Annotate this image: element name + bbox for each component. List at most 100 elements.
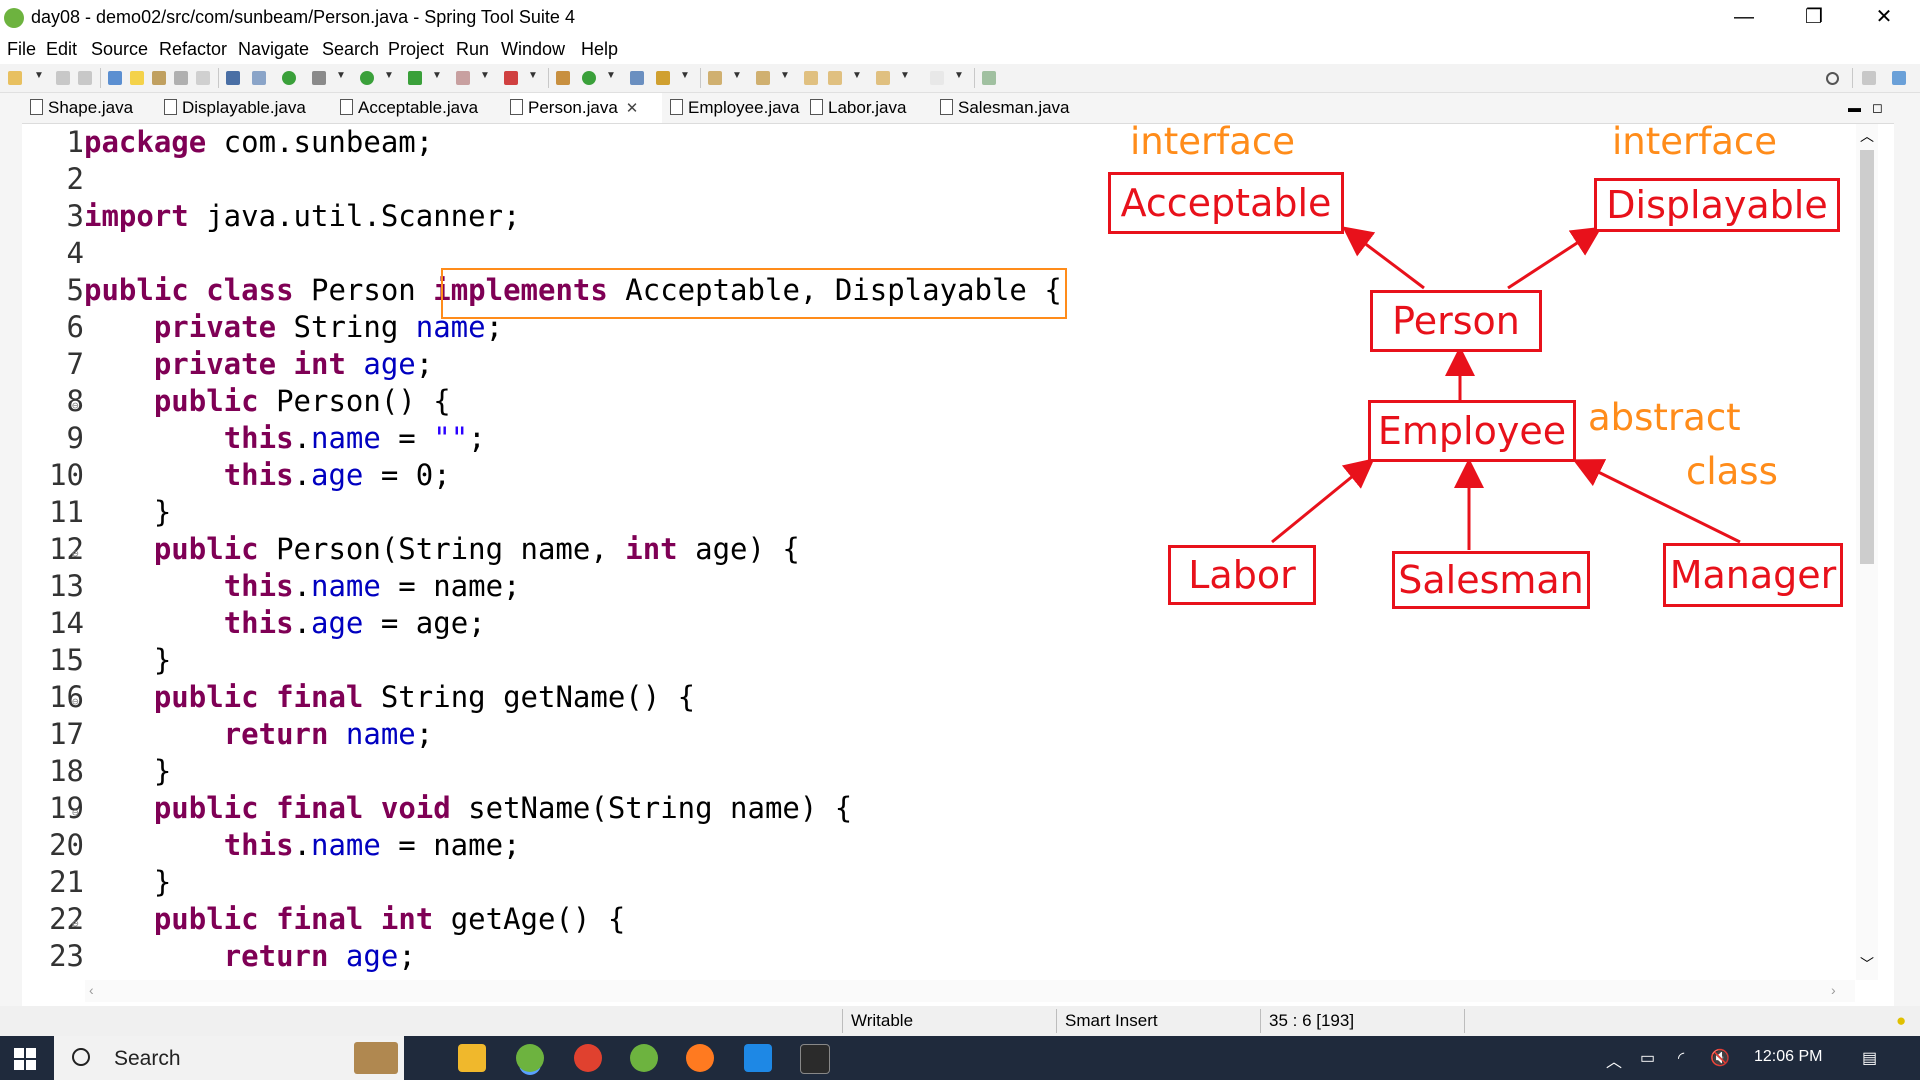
chevron-down-icon[interactable]: ▼: [432, 70, 442, 81]
interface-annotation: interface: [1612, 120, 1778, 163]
battery-icon[interactable]: ▭: [1640, 1048, 1655, 1068]
terminal-icon[interactable]: [226, 71, 240, 85]
taskbar-search-box[interactable]: Search: [54, 1036, 404, 1080]
menu-window[interactable]: Window: [501, 39, 565, 60]
chevron-down-icon[interactable]: ▼: [34, 70, 44, 81]
chevron-down-icon[interactable]: ▼: [606, 70, 616, 81]
spring-dashboard-icon[interactable]: [504, 71, 518, 85]
chevron-right-icon[interactable]: ›: [1831, 982, 1836, 998]
notification-icon[interactable]: ▤: [1862, 1048, 1877, 1068]
new-java-class-icon[interactable]: [582, 71, 596, 85]
toolbar-separator: [974, 68, 975, 88]
chevron-down-icon[interactable]: ▼: [480, 70, 490, 81]
close-button[interactable]: ✕: [1850, 0, 1918, 36]
menu-search[interactable]: Search: [322, 39, 379, 60]
chevron-down-icon[interactable]: ▼: [954, 70, 964, 81]
block-selection-icon[interactable]: [174, 71, 188, 85]
java-perspective-icon[interactable]: [1892, 71, 1906, 85]
menu-navigate[interactable]: Navigate: [238, 39, 309, 60]
java-code-editor[interactable]: 1 package com.sunbeam; 2 3 import java.uti…: [22, 124, 1894, 980]
tab-employee-java[interactable]: Employee.java: [670, 93, 816, 123]
tab-shape-java[interactable]: Shape.java: [30, 93, 160, 123]
tip-bulb-icon[interactable]: ●: [1896, 1011, 1906, 1031]
whitespace-icon[interactable]: [196, 71, 210, 85]
forward-disabled-icon[interactable]: [930, 71, 944, 85]
chevron-down-icon[interactable]: ▼: [384, 70, 394, 81]
menu-help[interactable]: Help: [581, 39, 618, 60]
save-icon[interactable]: [56, 71, 70, 85]
menu-source[interactable]: Source: [91, 39, 148, 60]
file-explorer-icon[interactable]: [458, 1044, 486, 1072]
vertical-scrollbar-thumb[interactable]: [1860, 150, 1874, 564]
java-file-icon: [940, 99, 953, 115]
chevron-down-icon[interactable]: ▼: [780, 70, 790, 81]
run-icon[interactable]: [360, 71, 374, 85]
forward-icon[interactable]: [876, 71, 890, 85]
chevron-left-icon[interactable]: ‹: [89, 982, 94, 998]
close-icon[interactable]: ✕: [626, 100, 639, 117]
chevron-down-icon[interactable]: ﹀: [1860, 954, 1874, 974]
menu-edit[interactable]: Edit: [46, 39, 77, 60]
next-annotation-icon[interactable]: [708, 71, 722, 85]
menu-file[interactable]: File: [7, 39, 36, 60]
search-tool-icon[interactable]: [656, 71, 670, 85]
restore-button[interactable]: ❐: [1780, 0, 1848, 36]
tab-person-java[interactable]: Person.java ✕: [510, 93, 662, 123]
highlight-icon[interactable]: [130, 71, 144, 85]
fold-icon[interactable]: ⊖: [72, 905, 79, 942]
chevron-down-icon[interactable]: ▼: [336, 70, 346, 81]
menu-run[interactable]: Run: [456, 39, 489, 60]
previous-annotation-icon[interactable]: [756, 71, 770, 85]
windows-start-icon[interactable]: [14, 1048, 36, 1070]
debug-icon[interactable]: [312, 71, 326, 85]
minimize-editor-icon[interactable]: ▬: [1848, 93, 1868, 123]
run-external-icon[interactable]: [408, 71, 422, 85]
fold-icon[interactable]: ⊖: [72, 535, 79, 572]
spring-tool-suite-taskbar-icon[interactable]: [516, 1044, 544, 1072]
search-icon[interactable]: [1826, 72, 1839, 85]
chevron-up-icon[interactable]: ︿: [1860, 126, 1874, 146]
tab-displayable-java[interactable]: Displayable.java: [164, 93, 330, 123]
open-perspective-icon[interactable]: [1862, 71, 1876, 85]
chevron-down-icon[interactable]: ▼: [900, 70, 910, 81]
spring-icon[interactable]: [630, 1044, 658, 1072]
chevron-up-icon[interactable]: ︿: [1606, 1048, 1622, 1072]
chevron-down-icon[interactable]: ▼: [732, 70, 742, 81]
maximize-editor-icon[interactable]: ◻: [1872, 93, 1892, 123]
search-highlight-icon: [354, 1042, 398, 1074]
terminal-icon[interactable]: [800, 1044, 830, 1074]
fold-icon[interactable]: ⊖: [72, 683, 79, 720]
minimize-button[interactable]: —: [1710, 0, 1778, 36]
tab-acceptable-java[interactable]: Acceptable.java: [340, 93, 500, 123]
volume-muted-icon[interactable]: 🔇: [1710, 1048, 1730, 1068]
chevron-down-icon[interactable]: ▼: [680, 70, 690, 81]
menu-project[interactable]: Project: [388, 39, 444, 60]
clock[interactable]: 12:06 PM: [1754, 1048, 1822, 1066]
displayable-node: Displayable: [1594, 178, 1840, 232]
tab-salesman-java[interactable]: Salesman.java: [940, 93, 1090, 123]
fold-icon[interactable]: ⊖: [72, 794, 79, 831]
last-edit-icon[interactable]: [804, 71, 818, 85]
wifi-icon[interactable]: ◜: [1678, 1048, 1684, 1068]
menu-refactor[interactable]: Refactor: [159, 39, 227, 60]
vscode-icon[interactable]: [744, 1044, 772, 1072]
debug-skip-icon[interactable]: [108, 71, 122, 85]
save-all-icon[interactable]: [78, 71, 92, 85]
chevron-down-icon[interactable]: ▼: [528, 70, 538, 81]
line-number: 3: [66, 199, 84, 233]
open-type-icon[interactable]: [630, 71, 644, 85]
back-icon[interactable]: [828, 71, 842, 85]
fold-icon[interactable]: ⊖: [72, 387, 79, 424]
mark-occurrences-icon[interactable]: [152, 71, 166, 85]
skip-breakpoints-icon[interactable]: [252, 71, 266, 85]
chevron-down-icon[interactable]: ▼: [852, 70, 862, 81]
new-icon[interactable]: [8, 71, 22, 85]
pin-editor-icon[interactable]: [982, 71, 996, 85]
spring-boot-icon[interactable]: [282, 71, 296, 85]
tab-labor-java[interactable]: Labor.java: [810, 93, 934, 123]
chrome-icon[interactable]: [574, 1044, 602, 1072]
horizontal-scrollbar[interactable]: ‹ ›: [85, 980, 1855, 1002]
stop-icon[interactable]: [456, 71, 470, 85]
new-java-package-icon[interactable]: [556, 71, 570, 85]
firefox-icon[interactable]: [686, 1044, 714, 1072]
